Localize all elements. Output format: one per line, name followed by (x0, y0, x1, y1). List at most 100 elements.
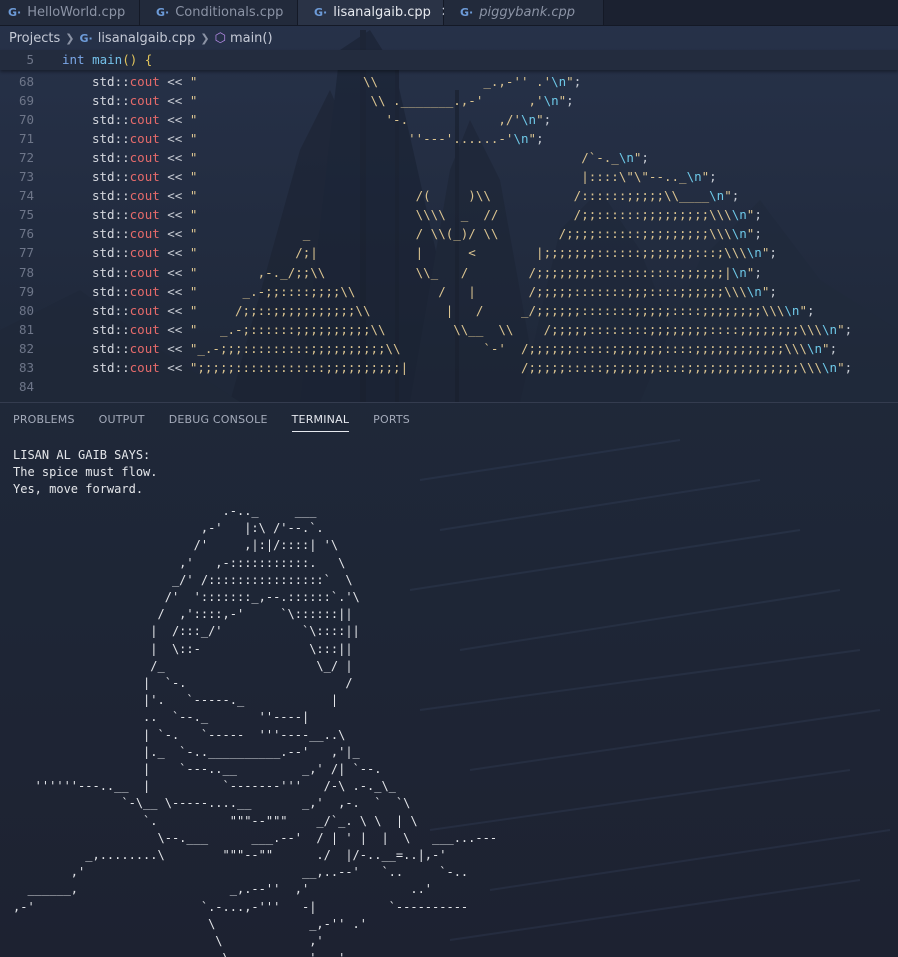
code-text: std::cout << ";;;;;::::::::::::;;;;;;;;;… (92, 358, 852, 377)
breadcrumb-symbol[interactable]: main() (230, 31, 273, 46)
code-line[interactable]: 82 std::cout << "_.-;;;:::::::::;;;;;;;;;… (0, 339, 898, 358)
escape-sequence: \n (746, 283, 762, 299)
code-line[interactable]: 78 std::cout << " ,-._/;;\\ \\_ / /;;;;;;… (0, 263, 898, 282)
semicolon-token: ; (641, 150, 649, 166)
terminal-ascii-art: .-.._ ___ ,-' |:\ /'--.`. /' ,|:|/::::| … (13, 504, 498, 957)
escape-sequence: \n (731, 264, 747, 280)
code-line[interactable]: 79 std::cout << " _.-;;::::;;;;\\ / | /;;… (0, 282, 898, 301)
namespace-token: std:: (92, 112, 130, 128)
tab-lisanalgaib[interactable]: G· lisanalgaib.cpp ✕ (298, 0, 452, 25)
string-literal: " _ / \\(_)/ \\ /;;;;::::::;;;;;;;;;\\\ (189, 226, 732, 242)
string-close-quote: " (536, 112, 544, 128)
string-literal: "_.-;;;:::::::::;;;;;;;;;;\\ `-' /;;;;;;… (189, 340, 807, 356)
editor-tab-bar: G· HelloWorld.cpp G· Conditionals.cpp G·… (0, 0, 898, 26)
code-line[interactable]: 71 std::cout << " ''---'......-'\n"; (0, 129, 898, 148)
string-literal: " ,-._/;;\\ \\_ / /;;;;;;;;:::::::::::;;… (189, 264, 732, 280)
semicolon-token: ; (806, 302, 815, 318)
vscode-window: G· HelloWorld.cpp G· Conditionals.cpp G·… (0, 0, 898, 957)
cpp-file-icon: G· (156, 6, 170, 19)
operator-token: << (159, 226, 190, 242)
semicolon-token: ; (754, 207, 762, 223)
semicolon-token: ; (844, 359, 853, 375)
code-line[interactable]: 83 std::cout << ";;;;;::::::::::::;;;;;;;… (0, 358, 898, 377)
code-text: std::cout << " /( )\\ /::::::;;;;;\\____… (92, 186, 739, 205)
string-literal: " _.-;;::::;;;;\\ / | /;;;;;:::::::;;;::… (189, 283, 747, 299)
string-literal: " \\\\ _ // /;;::::::;;;;;;;;;\\\ (189, 207, 732, 223)
escape-sequence: \n (746, 245, 762, 261)
code-text: std::cout << " ''---'......-'\n"; (92, 129, 544, 148)
line-number: 68 (18, 74, 34, 89)
operator-token: << (159, 283, 190, 299)
line-number: 84 (18, 378, 34, 394)
code-editor[interactable]: 5 int main() { 68 std::cout << " \\ _.,-'… (0, 50, 898, 402)
code-text: std::cout << " \\ ._______.,-' ,'\n"; (92, 91, 574, 110)
tab-helloworld[interactable]: G· HelloWorld.cpp (0, 0, 140, 25)
code-line[interactable]: 80 std::cout << " /;;::;;;;;;;;;;;\\ | / … (0, 301, 898, 320)
line-number: 75 (18, 207, 34, 223)
cout-token: cout (129, 93, 160, 109)
namespace-token: std:: (92, 226, 130, 242)
tab-conditionals[interactable]: G· Conditionals.cpp (140, 0, 298, 25)
terminal-output[interactable]: LISAN AL GAIB SAYS: The spice must flow.… (13, 447, 893, 957)
cout-token: cout (129, 245, 160, 261)
tab-output[interactable]: OUTPUT (99, 409, 145, 431)
semicolon-token: ; (543, 112, 552, 128)
code-text: std::cout << " |::::\"\"--.._\n"; (92, 167, 717, 186)
line-number: 80 (18, 302, 34, 318)
tab-label: piggybank.cpp (479, 5, 576, 20)
tab-problems[interactable]: PROBLEMS (13, 409, 75, 431)
cout-token: cout (129, 131, 160, 147)
namespace-token: std:: (92, 359, 130, 375)
tab-ports[interactable]: PORTS (373, 409, 410, 431)
code-line[interactable]: 76 std::cout << " _ / \\(_)/ \\ /;;;;::::… (0, 224, 898, 243)
namespace-token: std:: (92, 283, 130, 299)
code-line[interactable]: 74 std::cout << " /( )\\ /::::::;;;;;\\__… (0, 186, 898, 205)
code-line[interactable]: 77 std::cout << " /;| | < |;;;;;;;::::::;… (0, 243, 898, 262)
operator-token: << (159, 131, 190, 147)
code-line[interactable]: 75 std::cout << " \\\\ _ // /;;::::::;;;;… (0, 205, 898, 224)
string-literal: " _.-;::::::;;;;;;;;;;\\ \\__ \\ /;;;;;:… (189, 321, 823, 337)
breadcrumb-projects[interactable]: Projects (9, 31, 60, 46)
code-line[interactable]: 84 (0, 377, 898, 396)
code-line[interactable]: 69 std::cout << " \\ ._______.,-' ,'\n"; (0, 91, 898, 110)
code-text: std::cout << " \\ _.,-'' .'\n"; (92, 72, 581, 91)
escape-sequence: \n (686, 169, 702, 185)
line-number: 74 (18, 188, 34, 204)
code-text: std::cout << " /;| | < |;;;;;;;::::::;;;… (92, 243, 777, 262)
operator-token: << (159, 93, 190, 109)
tab-terminal[interactable]: TERMINAL (291, 409, 350, 432)
line-number: 76 (18, 226, 34, 242)
breadcrumb-file[interactable]: lisanalgaib.cpp (98, 31, 196, 46)
escape-sequence: \n (543, 93, 559, 109)
line-number: 5 (26, 52, 34, 67)
semicolon-token: ; (754, 264, 762, 280)
code-text: int main() { (62, 50, 152, 70)
sticky-scroll-line[interactable]: 5 int main() { (0, 50, 898, 70)
code-line[interactable]: 68 std::cout << " \\ _.,-'' .'\n"; (0, 72, 898, 91)
cpp-file-icon: G· (314, 6, 328, 19)
namespace-token: std:: (92, 340, 130, 356)
code-line[interactable]: 73 std::cout << " |::::\"\"--.._\n"; (0, 167, 898, 186)
tab-piggybank[interactable]: G· piggybank.cpp (444, 0, 604, 25)
operator-token: << (159, 359, 190, 375)
terminal-line: Yes, move forward. (13, 482, 144, 496)
code-text: std::cout << " _.-;;::::;;;;\\ / | /;;;;… (92, 282, 777, 301)
keyword: int (62, 52, 85, 67)
code-line[interactable]: 81 std::cout << " _.-;::::::;;;;;;;;;;\\ … (0, 320, 898, 339)
code-text: std::cout << " '-. ,/'\n"; (92, 110, 551, 129)
escape-sequence: \n (731, 207, 747, 223)
string-close-quote: " (837, 359, 845, 375)
semicolon-token: ; (709, 169, 717, 185)
code-line[interactable]: 72 std::cout << " /`-._\n"; (0, 148, 898, 167)
string-literal: " ''---'......-' (189, 131, 514, 147)
escape-sequence: \n (822, 321, 838, 337)
code-line[interactable]: 70 std::cout << " '-. ,/'\n"; (0, 110, 898, 129)
string-literal: " /;;::;;;;;;;;;;;\\ | / _/;;;;;;:::::::… (189, 302, 785, 318)
namespace-token: std:: (92, 169, 130, 185)
tab-debug-console[interactable]: DEBUG CONSOLE (169, 409, 268, 431)
operator-token: << (159, 112, 190, 128)
cout-token: cout (129, 169, 160, 185)
operator-token: << (159, 245, 190, 261)
namespace-token: std:: (92, 207, 130, 223)
line-number: 70 (18, 112, 34, 128)
